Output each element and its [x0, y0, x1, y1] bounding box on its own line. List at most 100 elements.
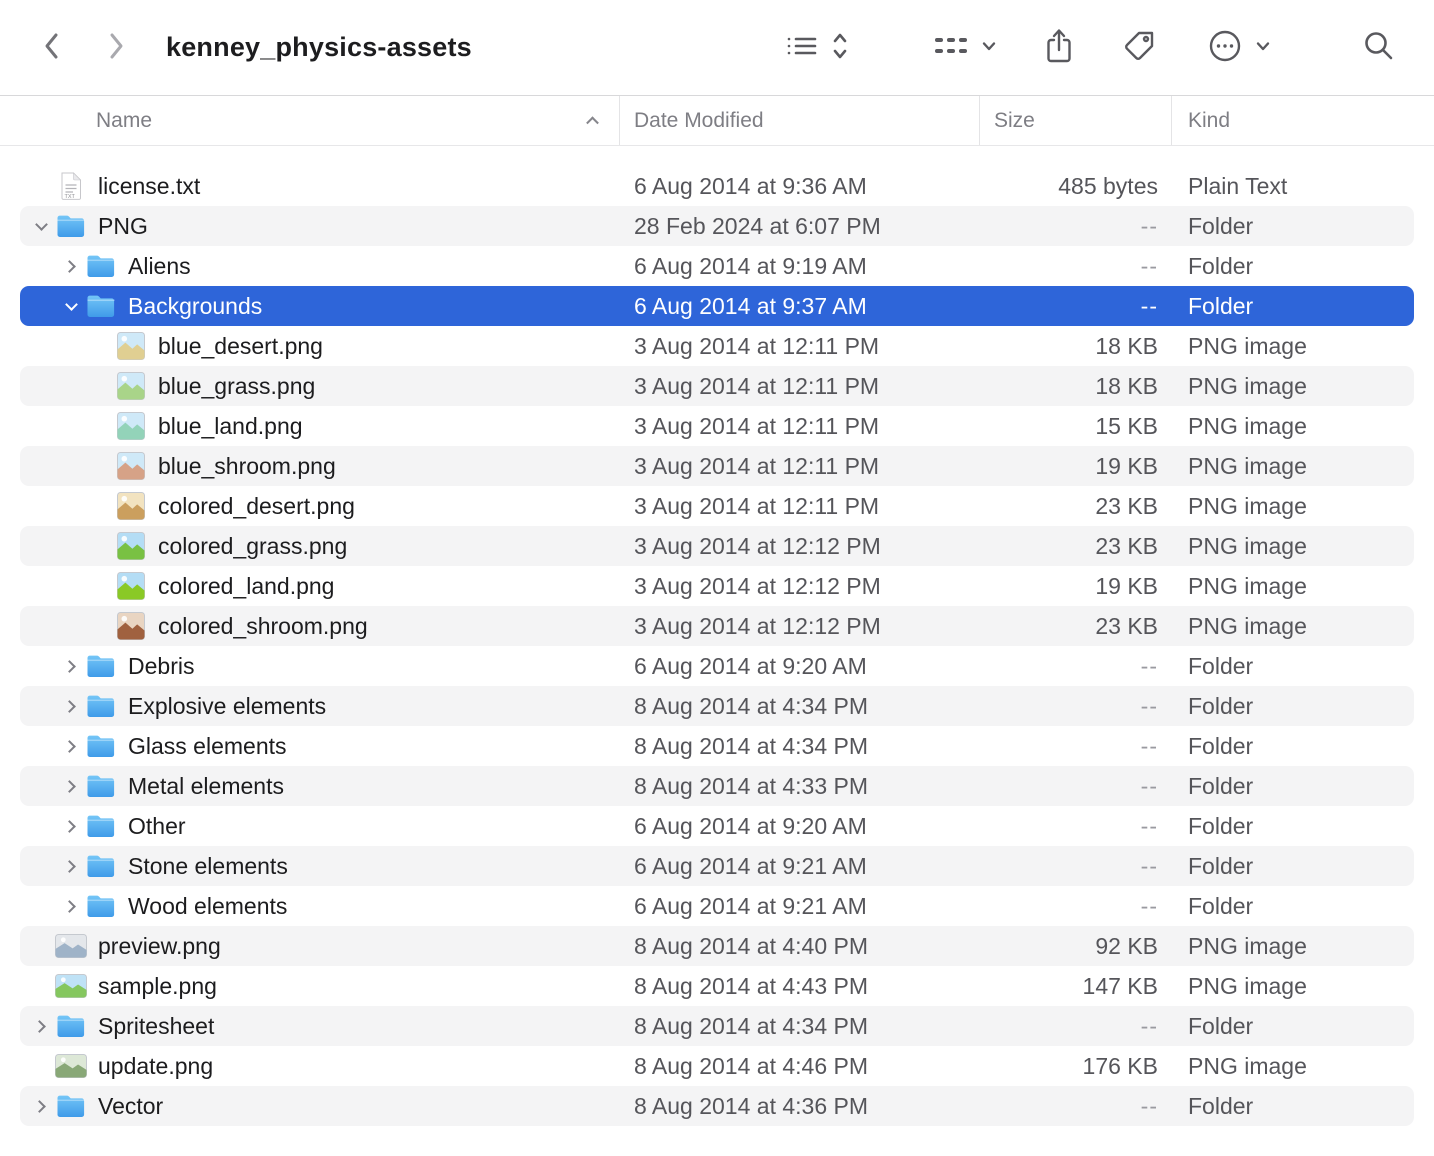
file-icon — [54, 1014, 88, 1038]
file-row[interactable]: Glass elements 8 Aug 2014 at 4:34 PM -- … — [20, 726, 1414, 766]
name-cell: Glass elements — [20, 726, 620, 766]
kind-cell: PNG image — [1172, 966, 1414, 1006]
chevron-down-icon — [1254, 39, 1272, 56]
size-cell: 23 KB — [980, 606, 1172, 646]
file-row[interactable]: Spritesheet 8 Aug 2014 at 4:34 PM -- Fol… — [20, 1006, 1414, 1046]
date-modified-cell: 3 Aug 2014 at 12:11 PM — [620, 446, 980, 486]
date-modified-cell: 3 Aug 2014 at 12:12 PM — [620, 566, 980, 606]
column-size-label: Size — [994, 109, 1035, 133]
column-header-date-modified[interactable]: Date Modified — [620, 96, 980, 145]
file-list: TXT license.txt 6 Aug 2014 at 9:36 AM 48… — [0, 146, 1434, 1126]
finder-window: kenney_physics-assets — [0, 0, 1434, 1156]
size-cell: 92 KB — [980, 926, 1172, 966]
column-header-kind[interactable]: Kind — [1172, 96, 1414, 145]
file-row[interactable]: Wood elements 6 Aug 2014 at 9:21 AM -- F… — [20, 886, 1414, 926]
kind-cell: Folder — [1172, 886, 1414, 926]
size-cell: -- — [980, 246, 1172, 286]
file-row[interactable]: Aliens 6 Aug 2014 at 9:19 AM -- Folder — [20, 246, 1414, 286]
disclosure-chevron[interactable] — [28, 223, 54, 229]
disclosure-chevron[interactable] — [58, 262, 84, 271]
date-modified-cell: 6 Aug 2014 at 9:36 AM — [620, 166, 980, 206]
disclosure-chevron[interactable] — [58, 862, 84, 871]
size-cell: -- — [980, 1006, 1172, 1046]
file-row[interactable]: blue_shroom.png 3 Aug 2014 at 12:11 PM 1… — [20, 446, 1414, 486]
file-row[interactable]: Vector 8 Aug 2014 at 4:36 PM -- Folder — [20, 1086, 1414, 1126]
disclosure-chevron[interactable] — [58, 662, 84, 671]
date-modified-cell: 6 Aug 2014 at 9:21 AM — [620, 886, 980, 926]
search-button[interactable] — [1362, 29, 1396, 66]
date-modified-cell: 8 Aug 2014 at 4:40 PM — [620, 926, 980, 966]
file-row[interactable]: Backgrounds 6 Aug 2014 at 9:37 AM -- Fol… — [20, 286, 1414, 326]
file-row[interactable]: Stone elements 6 Aug 2014 at 9:21 AM -- … — [20, 846, 1414, 886]
file-row[interactable]: update.png 8 Aug 2014 at 4:46 PM 176 KB … — [20, 1046, 1414, 1086]
disclosure-chevron[interactable] — [58, 742, 84, 751]
name-cell: Stone elements — [20, 846, 620, 886]
file-name: colored_shroom.png — [158, 613, 368, 640]
column-date-label: Date Modified — [634, 109, 764, 133]
file-row[interactable]: Other 6 Aug 2014 at 9:20 AM -- Folder — [20, 806, 1414, 846]
file-icon — [114, 332, 148, 360]
file-row[interactable]: PNG 28 Feb 2024 at 6:07 PM -- Folder — [20, 206, 1414, 246]
disclosure-chevron[interactable] — [58, 782, 84, 791]
name-cell: Spritesheet — [20, 1006, 620, 1046]
size-cell: 147 KB — [980, 966, 1172, 1006]
size-cell: -- — [980, 806, 1172, 846]
forward-chevron-icon — [106, 30, 126, 65]
disclosure-chevron[interactable] — [58, 822, 84, 831]
file-row[interactable]: colored_grass.png 3 Aug 2014 at 12:12 PM… — [20, 526, 1414, 566]
name-cell: Metal elements — [20, 766, 620, 806]
size-cell: -- — [980, 686, 1172, 726]
file-name: Aliens — [128, 253, 191, 280]
share-button[interactable] — [1044, 27, 1074, 68]
file-row[interactable]: Explosive elements 8 Aug 2014 at 4:34 PM… — [20, 686, 1414, 726]
file-name: Vector — [98, 1093, 163, 1120]
kind-cell: Folder — [1172, 846, 1414, 886]
window-title: kenney_physics-assets — [166, 32, 472, 63]
disclosure-chevron[interactable] — [58, 902, 84, 911]
file-row[interactable]: TXT license.txt 6 Aug 2014 at 9:36 AM 48… — [20, 166, 1414, 206]
file-name: Spritesheet — [98, 1013, 214, 1040]
date-modified-cell: 3 Aug 2014 at 12:12 PM — [620, 606, 980, 646]
file-row[interactable]: colored_land.png 3 Aug 2014 at 12:12 PM … — [20, 566, 1414, 606]
group-grid-icon — [932, 32, 970, 63]
group-button[interactable] — [932, 32, 998, 63]
disclosure-chevron[interactable] — [28, 1102, 54, 1111]
name-cell: colored_shroom.png — [20, 606, 620, 646]
disclosure-chevron[interactable] — [58, 303, 84, 309]
view-mode-button[interactable] — [784, 29, 850, 66]
name-cell: blue_grass.png — [20, 366, 620, 406]
file-row[interactable]: colored_shroom.png 3 Aug 2014 at 12:12 P… — [20, 606, 1414, 646]
svg-text:TXT: TXT — [65, 194, 76, 200]
column-header-size[interactable]: Size — [980, 96, 1172, 145]
chevron-down-icon — [980, 39, 998, 56]
size-cell: -- — [980, 846, 1172, 886]
file-row[interactable]: sample.png 8 Aug 2014 at 4:43 PM 147 KB … — [20, 966, 1414, 1006]
file-row[interactable]: blue_desert.png 3 Aug 2014 at 12:11 PM 1… — [20, 326, 1414, 366]
file-row[interactable]: Metal elements 8 Aug 2014 at 4:33 PM -- … — [20, 766, 1414, 806]
name-cell: blue_land.png — [20, 406, 620, 446]
file-icon — [54, 974, 88, 998]
file-row[interactable]: Debris 6 Aug 2014 at 9:20 AM -- Folder — [20, 646, 1414, 686]
file-row[interactable]: blue_land.png 3 Aug 2014 at 12:11 PM 15 … — [20, 406, 1414, 446]
file-row[interactable]: blue_grass.png 3 Aug 2014 at 12:11 PM 18… — [20, 366, 1414, 406]
back-button[interactable] — [42, 30, 62, 65]
file-row[interactable]: preview.png 8 Aug 2014 at 4:40 PM 92 KB … — [20, 926, 1414, 966]
file-row[interactable]: colored_desert.png 3 Aug 2014 at 12:11 P… — [20, 486, 1414, 526]
more-button[interactable] — [1206, 27, 1272, 68]
file-name: Stone elements — [128, 853, 288, 880]
disclosure-chevron[interactable] — [28, 1022, 54, 1031]
file-icon — [54, 214, 88, 238]
size-cell: -- — [980, 286, 1172, 326]
kind-cell: Folder — [1172, 686, 1414, 726]
tag-button[interactable] — [1122, 28, 1158, 67]
name-cell: blue_shroom.png — [20, 446, 620, 486]
file-icon — [114, 532, 148, 560]
kind-cell: Folder — [1172, 1086, 1414, 1126]
forward-button[interactable] — [106, 30, 126, 65]
column-header-name[interactable]: Name — [20, 96, 620, 145]
file-name: Debris — [128, 653, 194, 680]
file-name: blue_grass.png — [158, 373, 315, 400]
disclosure-chevron[interactable] — [58, 702, 84, 711]
name-cell: PNG — [20, 206, 620, 246]
name-cell: sample.png — [20, 966, 620, 1006]
